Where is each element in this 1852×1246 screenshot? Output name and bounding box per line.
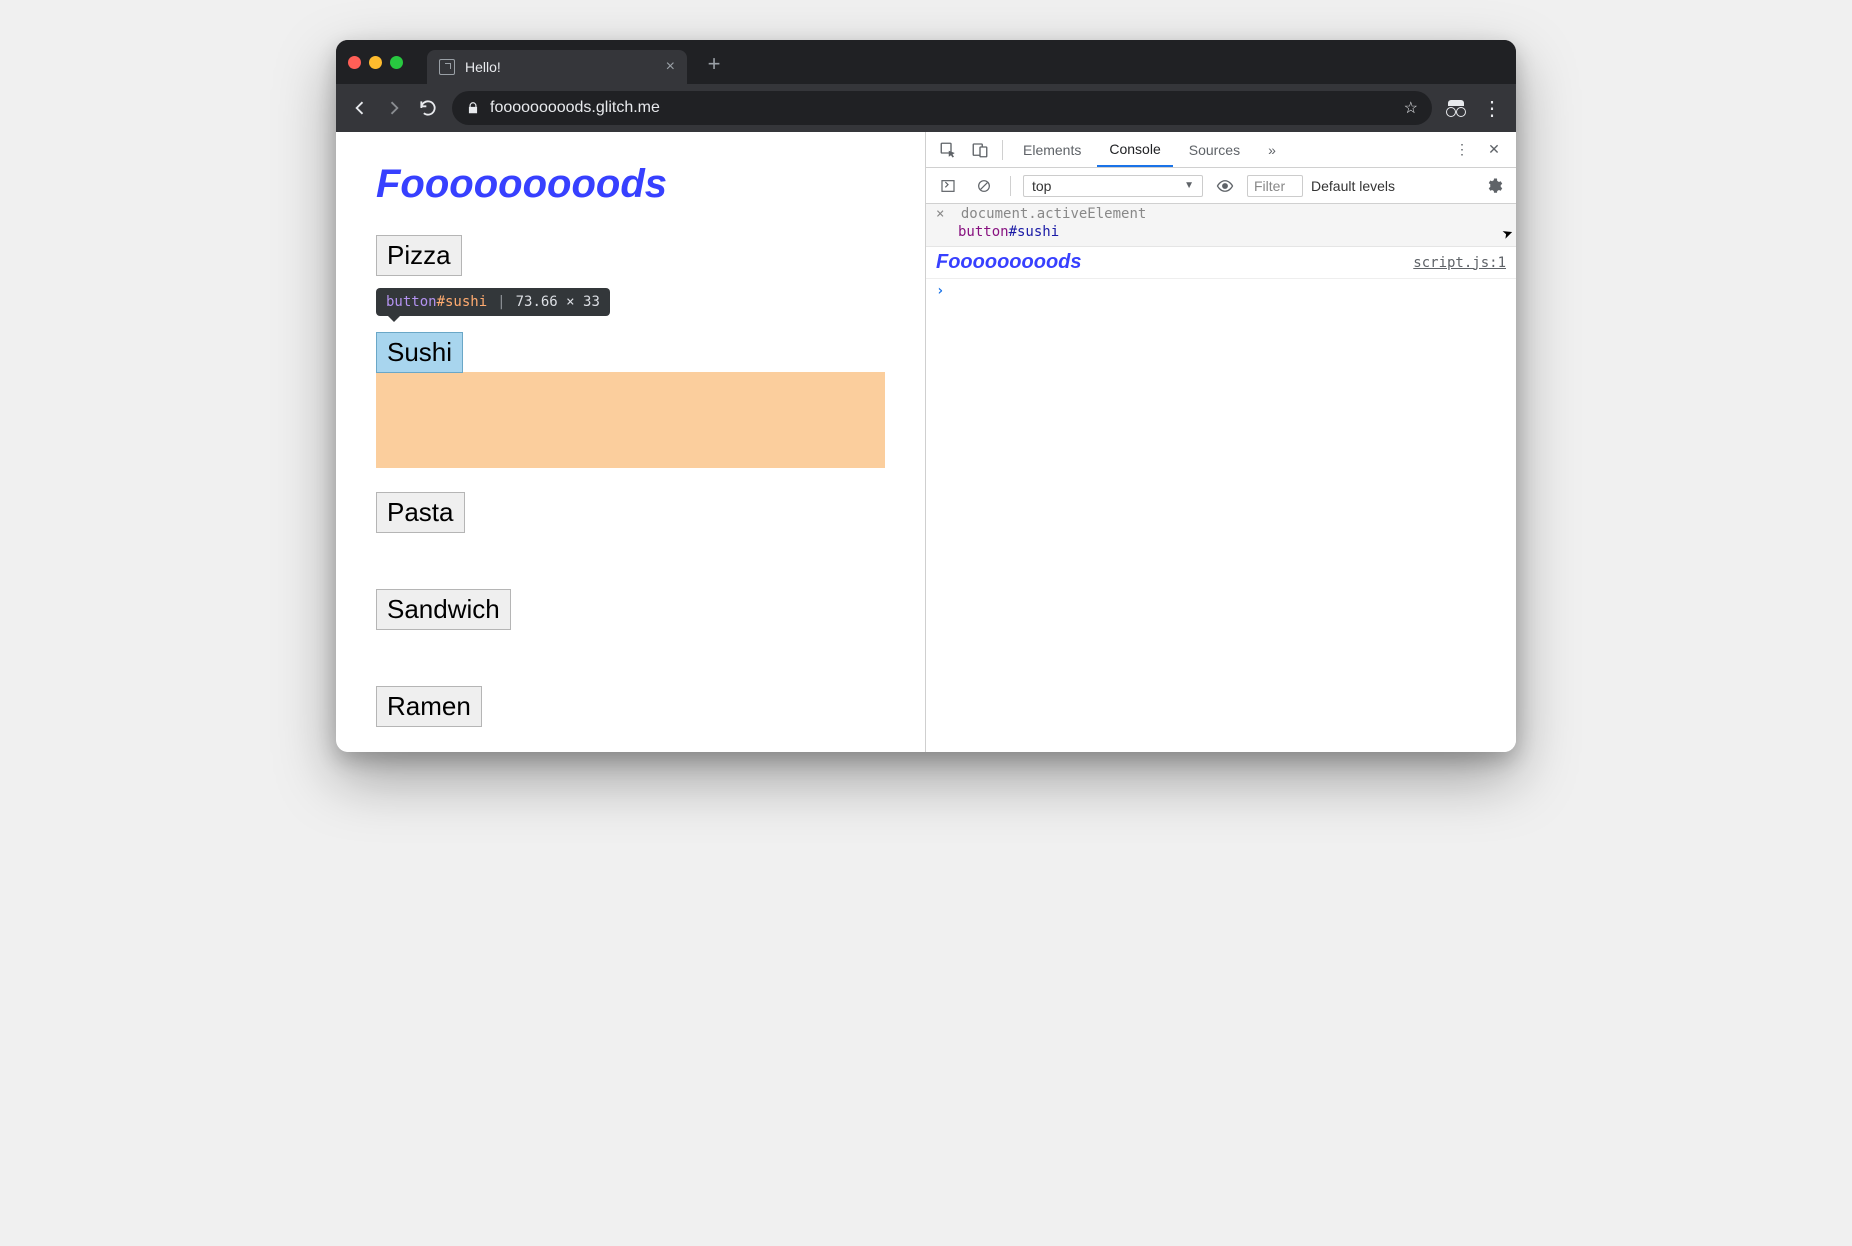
margin-highlight-overlay: [376, 372, 885, 468]
lock-icon: [466, 101, 480, 115]
content-area: Fooooooooods Pizza button#sushi | 73.66 …: [336, 132, 1516, 752]
devtools-menu-button[interactable]: ⋮: [1448, 136, 1476, 164]
console-toolbar: top ▼ Filter Default levels: [926, 168, 1516, 204]
inspect-tooltip: button#sushi | 73.66 × 33: [376, 288, 610, 316]
tooltip-id: #sushi: [437, 294, 488, 310]
address-bar[interactable]: fooooooooods.glitch.me ☆: [452, 91, 1432, 125]
live-expression-eye-icon[interactable]: [1211, 172, 1239, 200]
divider: [1010, 176, 1011, 196]
url-text: fooooooooods.glitch.me: [490, 99, 660, 117]
log-levels-selector[interactable]: Default levels: [1311, 178, 1395, 194]
page-heading: Fooooooooods: [376, 162, 885, 207]
devtools-panel: Elements Console Sources » ⋮ ✕ top ▼: [926, 132, 1516, 752]
food-button-pizza[interactable]: Pizza: [376, 235, 462, 276]
tooltip-separator: |: [497, 294, 505, 310]
bookmark-star-icon[interactable]: ☆: [1404, 98, 1418, 118]
close-tab-button[interactable]: ×: [666, 58, 675, 76]
browser-menu-button[interactable]: ⋮: [1482, 96, 1502, 121]
result-tag: button: [958, 224, 1009, 240]
tab-console[interactable]: Console: [1097, 132, 1172, 167]
close-window-button[interactable]: [348, 56, 361, 69]
devtools-tab-strip: Elements Console Sources » ⋮ ✕: [926, 132, 1516, 168]
chevron-down-icon: ▼: [1184, 180, 1194, 191]
forward-button[interactable]: [384, 98, 404, 118]
tab-title: Hello!: [465, 59, 501, 75]
new-tab-button[interactable]: +: [701, 51, 727, 77]
log-message: Fooooooooods: [936, 251, 1082, 274]
console-sidebar-toggle-icon[interactable]: [934, 172, 962, 200]
incognito-icon: [1446, 101, 1466, 115]
page-icon: [439, 59, 455, 75]
prompt-caret-icon: ›: [936, 283, 944, 299]
browser-tab[interactable]: Hello! ×: [427, 50, 687, 84]
log-source-link[interactable]: script.js:1: [1413, 255, 1506, 271]
devtools-close-button[interactable]: ✕: [1480, 136, 1508, 164]
console-body: × document.activeElement button#sushi ➤ …: [926, 204, 1516, 752]
device-toggle-icon[interactable]: [966, 136, 994, 164]
live-expression-text[interactable]: document.activeElement: [961, 206, 1146, 222]
maximize-window-button[interactable]: [390, 56, 403, 69]
console-filter-input[interactable]: Filter: [1247, 175, 1303, 197]
tooltip-dimensions: 73.66 × 33: [516, 294, 600, 310]
minimize-window-button[interactable]: [369, 56, 382, 69]
food-button-sushi[interactable]: Sushi: [376, 332, 463, 373]
console-prompt[interactable]: ›: [926, 279, 1516, 303]
page-viewport: Fooooooooods Pizza button#sushi | 73.66 …: [336, 132, 926, 752]
cursor-icon: ➤: [1500, 223, 1516, 246]
execution-context-selector[interactable]: top ▼: [1023, 175, 1203, 197]
tab-elements[interactable]: Elements: [1011, 132, 1093, 167]
context-label: top: [1032, 178, 1051, 194]
inspected-element-wrap: button#sushi | 73.66 × 33 Sushi: [376, 332, 885, 468]
more-tabs-button[interactable]: »: [1256, 132, 1288, 167]
result-id: #sushi: [1009, 224, 1060, 240]
window-controls: [348, 56, 403, 69]
food-button-sandwich[interactable]: Sandwich: [376, 589, 511, 630]
clear-console-icon[interactable]: [970, 172, 998, 200]
live-expression-result[interactable]: button#sushi ➤ button#sushi: [958, 224, 1506, 240]
food-button-pasta[interactable]: Pasta: [376, 492, 465, 533]
browser-window: Hello! × + fooooooooods.glitch.me ☆ ⋮: [336, 40, 1516, 752]
console-settings-icon[interactable]: [1480, 172, 1508, 200]
inspect-element-icon[interactable]: [934, 136, 962, 164]
tab-bar: Hello! × +: [336, 40, 1516, 84]
food-button-ramen[interactable]: Ramen: [376, 686, 482, 727]
divider: [1002, 140, 1003, 160]
tooltip-tag: button: [386, 294, 437, 310]
browser-toolbar: fooooooooods.glitch.me ☆ ⋮: [336, 84, 1516, 132]
tab-sources[interactable]: Sources: [1177, 132, 1252, 167]
console-log-row: Fooooooooods script.js:1: [926, 247, 1516, 279]
remove-live-expression-button[interactable]: ×: [936, 206, 944, 222]
back-button[interactable]: [350, 98, 370, 118]
live-expression-row: × document.activeElement button#sushi ➤ …: [926, 204, 1516, 247]
reload-button[interactable]: [418, 98, 438, 118]
